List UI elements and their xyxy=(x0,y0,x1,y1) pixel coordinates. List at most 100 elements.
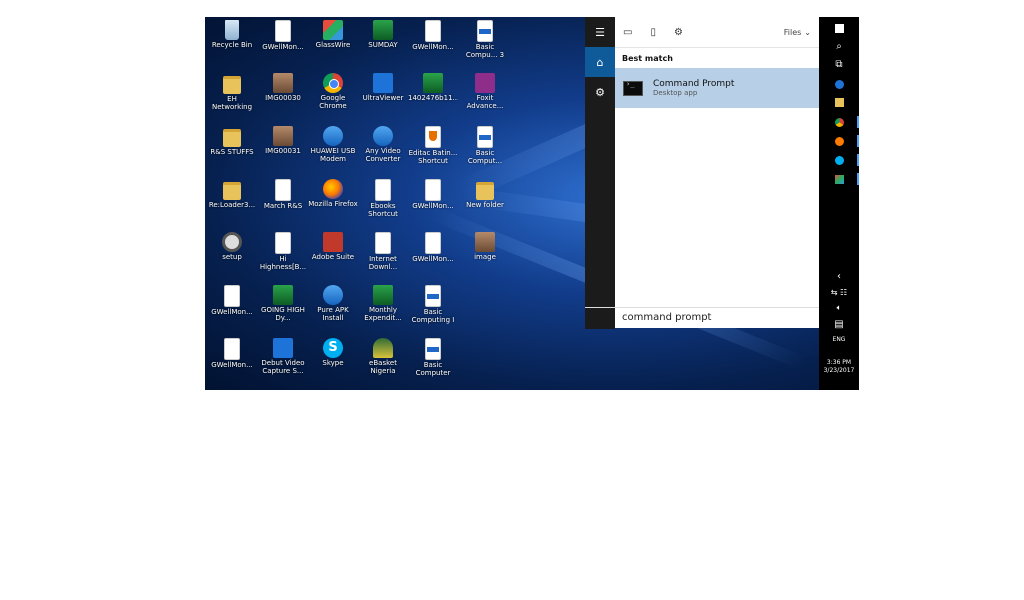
edge-icon[interactable] xyxy=(819,75,859,93)
desktop-icon[interactable]: Re:Loader3... xyxy=(207,178,257,228)
desktop-icon[interactable]: GWellMon... xyxy=(408,231,458,281)
glasswire-icon[interactable] xyxy=(819,170,859,188)
chrome-icon[interactable] xyxy=(819,113,859,131)
desktop-icon[interactable]: Foxit Advance... xyxy=(460,72,510,122)
firefox-icon[interactable] xyxy=(819,132,859,150)
skype-icon[interactable] xyxy=(819,151,859,169)
clock-time[interactable]: 3:36 PM xyxy=(819,359,859,366)
desktop-icon-label: Mozilla Firefox xyxy=(308,200,358,208)
desktop-icon[interactable]: Recycle Bin xyxy=(207,19,257,69)
search-filter-bar: ▭ ▯ ⚙ Files ⌄ xyxy=(615,17,819,48)
hamburger-menu-button[interactable]: ☰ xyxy=(585,17,615,47)
desktop-icon[interactable]: IMG00031 xyxy=(258,125,308,175)
desktop-icon-label: EH Networking xyxy=(211,95,253,111)
documents-icon[interactable]: ▯ xyxy=(650,27,656,38)
desktop-icon[interactable]: GWellMon... xyxy=(408,178,458,228)
desktop-icon-label: IMG00031 xyxy=(265,147,301,155)
desktop-icon-label: Pure APK Install xyxy=(317,306,349,322)
desktop-icon-label: GWellMon... xyxy=(412,255,454,263)
desktop-icon-label: Basic Compu... 3 xyxy=(465,43,505,59)
desktop-icon[interactable]: Monthly Expendit... xyxy=(358,284,408,334)
start-button[interactable] xyxy=(819,19,859,37)
desktop-icon-label: Internet Downl... xyxy=(368,255,398,271)
desktop-icon[interactable]: Basic Compu... 3 xyxy=(460,19,510,69)
desktop-icon-label: Debut Video Capture S... xyxy=(261,359,305,375)
desktop-icon[interactable]: HUAWEI USB Modem xyxy=(308,125,358,175)
task-view-icon[interactable]: ⧉ xyxy=(819,55,859,73)
desktop-icon[interactable]: setup xyxy=(207,231,257,281)
file-explorer-icon[interactable] xyxy=(819,93,859,111)
chrome-icon xyxy=(323,73,343,93)
desktop-icon[interactable]: GlassWire xyxy=(308,19,358,69)
desktop-icon[interactable]: March R&S xyxy=(258,178,308,228)
document-icon xyxy=(425,232,441,254)
desktop-icon-label: Basic Comput... xyxy=(467,149,503,165)
adobe-icon xyxy=(323,232,343,252)
result-title: Command Prompt xyxy=(653,79,735,89)
desktop-icon[interactable]: New folder xyxy=(460,178,510,228)
desktop-icon-label: Skype xyxy=(322,359,344,367)
desktop-icon-label: UltraViewer xyxy=(362,94,404,102)
filter-dropdown[interactable]: Files ⌄ xyxy=(784,28,811,37)
gear-icon[interactable]: ⚙ xyxy=(585,77,615,107)
spreadsheet-icon xyxy=(373,285,393,305)
desktop-icon[interactable]: R&S STUFFS xyxy=(207,125,257,175)
desktop-icon[interactable]: Basic Computer xyxy=(408,337,458,387)
desktop-icon[interactable]: GWellMon... xyxy=(408,19,458,69)
desktop-icon[interactable]: GWellMon... xyxy=(207,284,257,334)
desktop-icon-label: Re:Loader3... xyxy=(208,201,256,209)
desktop-icon[interactable]: S Skype xyxy=(308,337,358,387)
apps-icon[interactable]: ▭ xyxy=(623,27,632,38)
desktop-icon[interactable]: Basic Comput... xyxy=(460,125,510,175)
desktop-icon[interactable]: Basic Computing I xyxy=(408,284,458,334)
result-subtitle: Desktop app xyxy=(653,89,698,97)
desktop-icon-label: Hi Highness[B... xyxy=(259,255,307,271)
desktop-icon[interactable]: Editac Batin... Shortcut xyxy=(408,125,458,175)
desktop-icon[interactable]: SUMDAY xyxy=(358,19,408,69)
desktop-icon[interactable]: image xyxy=(460,231,510,281)
settings-icon[interactable]: ⚙ xyxy=(674,27,683,38)
desktop-screen: Recycle Bin GWellMon... GlassWire SUMDAY GWe… xyxy=(205,17,859,390)
desktop-icon[interactable]: EH Networking xyxy=(207,72,257,122)
chevron-down-icon: ⌄ xyxy=(804,27,811,37)
desktop-icon[interactable]: Google Chrome xyxy=(308,72,358,122)
desktop-icon-label: Foxit Advance... xyxy=(466,94,504,110)
desktop-icon[interactable]: Internet Downl... xyxy=(358,231,408,281)
taskbar: ⌕ ⧉ ‹ ⇆ ☷ 🔈︎ ▤ ENG 3:36 PM 3/23/2017 xyxy=(819,17,859,390)
desktop-icon[interactable]: eBasket Nigeria xyxy=(358,337,408,387)
desktop-icon[interactable]: Debut Video Capture S... xyxy=(258,337,308,387)
desktop-icon[interactable]: Adobe Suite xyxy=(308,231,358,281)
document-icon xyxy=(224,338,240,360)
huawei-icon xyxy=(323,126,343,146)
desktop-icon[interactable]: IMG00030 xyxy=(258,72,308,122)
desktop-icon[interactable]: GWellMon... xyxy=(207,337,257,387)
folder-icon xyxy=(476,182,494,200)
start-left-strip: ☰ ⌂ ⚙ xyxy=(585,17,615,328)
desktop-icon[interactable]: UltraViewer xyxy=(358,72,408,122)
language-indicator[interactable]: ENG xyxy=(819,336,859,343)
media-file-icon xyxy=(275,232,291,254)
desktop-icon[interactable]: 1402476b11... xyxy=(408,72,458,122)
document-icon xyxy=(224,285,240,307)
desktop-icon[interactable]: Hi Highness[B... xyxy=(258,231,308,281)
apk-icon xyxy=(323,285,343,305)
desktop-icon[interactable]: Any Video Converter xyxy=(358,125,408,175)
search-input[interactable]: command prompt xyxy=(585,307,819,329)
desktop-icon[interactable]: GOING HIGH Dy... xyxy=(258,284,308,334)
desktop-icon-label: 1402476b11... xyxy=(408,94,458,102)
sumday-icon xyxy=(373,20,393,40)
desktop-icon-label: March R&S xyxy=(263,202,303,210)
archive-icon xyxy=(223,129,241,147)
desktop-icon[interactable]: Pure APK Install xyxy=(308,284,358,334)
ebasket-icon xyxy=(373,338,393,358)
action-center-icon[interactable]: ▤ xyxy=(819,315,859,333)
search-icon[interactable]: ⌕ xyxy=(819,37,859,55)
search-results-panel: ▭ ▯ ⚙ Files ⌄ Best match Command Prompt … xyxy=(615,17,819,328)
desktop-icon[interactable]: GWellMon... xyxy=(258,19,308,69)
best-match-result[interactable]: Command Prompt Desktop app xyxy=(615,68,819,108)
desktop-icon[interactable]: Ebooks Shortcut xyxy=(358,178,408,228)
document-icon xyxy=(275,20,291,42)
home-icon[interactable]: ⌂ xyxy=(585,47,615,77)
clock-date[interactable]: 3/23/2017 xyxy=(819,367,859,374)
desktop-icon[interactable]: Mozilla Firefox xyxy=(308,178,358,228)
